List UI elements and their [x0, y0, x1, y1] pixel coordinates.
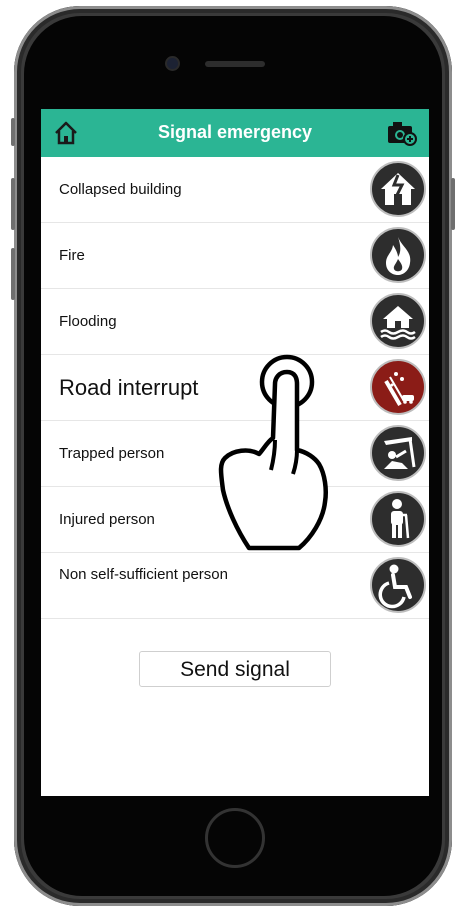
earpiece-speaker — [205, 61, 265, 67]
emergency-label: Fire — [59, 247, 85, 264]
wheelchair-icon[interactable] — [370, 557, 426, 613]
emergency-label: Flooding — [59, 313, 117, 330]
injured-person-icon[interactable] — [370, 491, 426, 547]
emergency-label: Non self-sufficient person — [59, 566, 228, 583]
emergency-row-non-self-sufficient[interactable]: Non self-sufficient person — [41, 553, 429, 619]
page-title: Signal emergency — [157, 122, 313, 142]
trapped-person-icon[interactable] — [370, 425, 426, 481]
volume-up-button — [11, 178, 15, 230]
app-header: Signal emergency — [41, 109, 429, 157]
volume-down-button — [11, 248, 15, 300]
pointing-hand-icon — [218, 354, 328, 551]
silent-switch — [11, 118, 15, 146]
power-button — [451, 178, 455, 230]
phone-home-button[interactable] — [205, 808, 265, 868]
emergency-row-fire[interactable]: Fire — [41, 223, 429, 289]
emergency-label: Collapsed building — [59, 181, 182, 198]
emergency-row-collapsed-building[interactable]: Collapsed building — [41, 157, 429, 223]
emergency-label: Injured person — [59, 511, 155, 528]
collapsed-building-icon[interactable] — [370, 161, 426, 217]
emergency-row-flooding[interactable]: Flooding — [41, 289, 429, 355]
fire-icon[interactable] — [370, 227, 426, 283]
emergency-label: Road interrupt — [59, 375, 199, 400]
flooding-icon[interactable] — [370, 293, 426, 349]
emergency-label: Trapped person — [59, 445, 165, 462]
camera-add-icon[interactable] — [387, 120, 417, 146]
send-signal-button[interactable]: Send signal — [139, 651, 331, 687]
front-camera — [167, 58, 178, 69]
road-interrupt-icon[interactable] — [370, 359, 426, 415]
